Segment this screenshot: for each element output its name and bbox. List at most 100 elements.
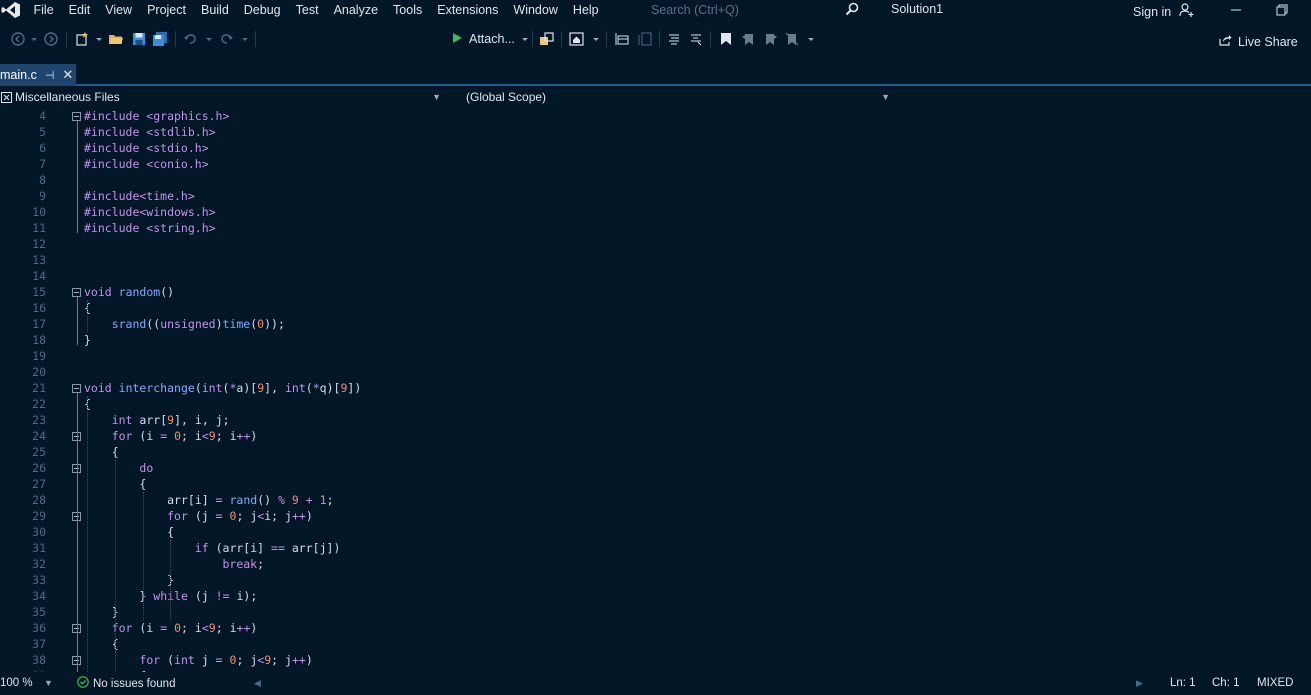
code-line[interactable]: 31 if (arr[i] == arr[j]) [0, 540, 1311, 556]
code-text[interactable]: } [84, 572, 174, 588]
scope-dropdown-value[interactable]: (Global Scope) [466, 90, 546, 104]
code-text[interactable]: void random() [84, 284, 174, 300]
code-text[interactable]: { [84, 524, 174, 540]
code-text[interactable]: break; [84, 556, 264, 572]
search-box[interactable]: Search (Ctrl+Q) [643, 0, 871, 20]
collapse-icon[interactable] [637, 31, 653, 47]
scroll-left-arrow[interactable]: ◀ [254, 678, 261, 689]
code-text[interactable]: #include <conio.h> [84, 156, 209, 172]
clear-bookmarks-icon[interactable] [784, 31, 800, 47]
save-all-icon[interactable] [152, 31, 168, 47]
scroll-right-arrow[interactable]: ▶ [1136, 678, 1143, 689]
menu-window[interactable]: Window [506, 0, 565, 20]
open-folder-icon[interactable] [108, 31, 124, 47]
menu-file[interactable]: File [26, 0, 61, 20]
show-issues-icon[interactable] [614, 31, 630, 47]
code-line[interactable]: 34 } while (j != i); [0, 588, 1311, 604]
search-placeholder[interactable]: Search (Ctrl+Q) [643, 3, 739, 17]
zoom-level[interactable]: 100 % [0, 677, 33, 689]
code-text[interactable]: int arr[9], i, j; [84, 412, 230, 428]
code-line[interactable]: 38 for (int j = 0; j<9; j++) [0, 652, 1311, 668]
browser-link-icon[interactable] [539, 31, 555, 47]
visual-studio-logo-icon[interactable] [0, 0, 22, 20]
chevron-down-icon[interactable] [803, 31, 819, 47]
code-line[interactable]: 5 #include <stdlib.h> [0, 124, 1311, 140]
attach-label[interactable]: Attach... [469, 32, 515, 46]
tab-main-c[interactable]: main.c ⊣ ✕ [0, 64, 76, 86]
code-line[interactable]: 7 #include <conio.h> [0, 156, 1311, 172]
undo-icon[interactable] [182, 31, 198, 47]
code-text[interactable]: #include <string.h> [84, 220, 216, 236]
code-line[interactable]: 19 [0, 348, 1311, 364]
navigate-back-icon[interactable] [10, 31, 26, 47]
code-line[interactable]: 9 #include<time.h> [0, 188, 1311, 204]
collapse-region-icon[interactable] [72, 112, 81, 121]
project-dropdown-value[interactable]: Miscellaneous Files [15, 90, 120, 104]
menu-help[interactable]: Help [565, 0, 606, 20]
code-line[interactable]: 12 [0, 236, 1311, 252]
code-line[interactable]: 16{ [0, 300, 1311, 316]
code-line[interactable]: 11 #include <string.h> [0, 220, 1311, 236]
live-share-button[interactable]: Live Share [1218, 33, 1298, 50]
code-text[interactable]: for (int j = 0; j<9; j++) [84, 652, 312, 668]
code-line[interactable]: 37 { [0, 636, 1311, 652]
code-text[interactable]: { [84, 444, 119, 460]
sign-in-label[interactable]: Sign in [1133, 5, 1171, 19]
code-text[interactable]: #include <graphics.h> [84, 108, 229, 124]
sign-in-button[interactable]: Sign in [1133, 3, 1195, 20]
menu-test[interactable]: Test [288, 0, 326, 20]
menu-tools[interactable]: Tools [386, 0, 430, 20]
attach-button[interactable]: Attach... [451, 30, 529, 48]
menu-edit[interactable]: Edit [61, 0, 98, 20]
close-icon[interactable]: ✕ [62, 67, 73, 83]
code-line[interactable]: 17 srand((unsigned)time(0)); [0, 316, 1311, 332]
line-endings-status[interactable]: MIXED [1257, 677, 1293, 689]
add-user-icon[interactable] [1179, 3, 1195, 20]
issues-indicator[interactable]: No issues found [77, 676, 175, 691]
collapse-region-icon[interactable] [72, 288, 81, 297]
chevron-down-icon[interactable] [26, 31, 42, 47]
code-text[interactable]: #include <stdio.h> [84, 140, 209, 156]
code-line[interactable]: 6 #include <stdio.h> [0, 140, 1311, 156]
redo-icon[interactable] [219, 31, 235, 47]
code-line[interactable]: 33 } [0, 572, 1311, 588]
navigate-forward-icon[interactable] [43, 31, 59, 47]
code-text[interactable]: for (i = 0; i<9; i++) [84, 428, 258, 444]
scope-dropdown[interactable]: (Global Scope) ▼ [456, 88, 896, 106]
code-line[interactable]: 23 int arr[9], i, j; [0, 412, 1311, 428]
code-line[interactable]: 15 void random() [0, 284, 1311, 300]
collapse-region-icon[interactable] [72, 384, 81, 393]
comment-lines-icon[interactable] [666, 31, 682, 47]
code-editor[interactable]: 4 #include <graphics.h> 5 #include <stdlib.… [0, 108, 1311, 672]
menu-view[interactable]: View [98, 0, 140, 20]
issues-label[interactable]: No issues found [93, 678, 175, 690]
tab-label[interactable]: main.c [0, 68, 37, 82]
menu-build[interactable]: Build [193, 0, 236, 20]
chevron-down-icon[interactable] [521, 32, 529, 46]
play-icon[interactable] [451, 32, 463, 47]
code-line[interactable]: 21 void interchange(int(*a)[9], int(*q)[9… [0, 380, 1311, 396]
code-text[interactable]: arr[i] = rand() % 9 + 1; [84, 492, 333, 508]
code-line[interactable]: 25 { [0, 444, 1311, 460]
code-text[interactable]: } [84, 332, 91, 348]
code-line[interactable]: 20 [0, 364, 1311, 380]
code-line[interactable]: 36 for (i = 0; i<9; i++) [0, 620, 1311, 636]
project-dropdown[interactable]: Miscellaneous Files ▼ [0, 88, 447, 106]
line-number-status[interactable]: Ln: 1 [1170, 677, 1196, 689]
code-text[interactable]: for (i = 0; i<9; i++) [84, 620, 258, 636]
chevron-down-icon[interactable]: ▼ [44, 678, 53, 688]
code-text[interactable]: } [84, 604, 119, 620]
menu-extensions[interactable]: Extensions [430, 0, 506, 20]
code-line[interactable]: 4 #include <graphics.h> [0, 108, 1311, 124]
save-icon[interactable] [131, 31, 147, 47]
code-line[interactable]: 29 for (j = 0; j<i; j++) [0, 508, 1311, 524]
code-line[interactable]: 26 do [0, 460, 1311, 476]
share-icon[interactable] [1218, 33, 1232, 50]
code-line[interactable]: 10 #include<windows.h> [0, 204, 1311, 220]
code-text[interactable]: #include<time.h> [84, 188, 195, 204]
chevron-down-icon[interactable] [237, 31, 253, 47]
code-line[interactable]: 30 { [0, 524, 1311, 540]
uncomment-lines-icon[interactable] [688, 31, 704, 47]
code-line[interactable]: 18} [0, 332, 1311, 348]
bookmark-icon[interactable] [718, 31, 734, 47]
